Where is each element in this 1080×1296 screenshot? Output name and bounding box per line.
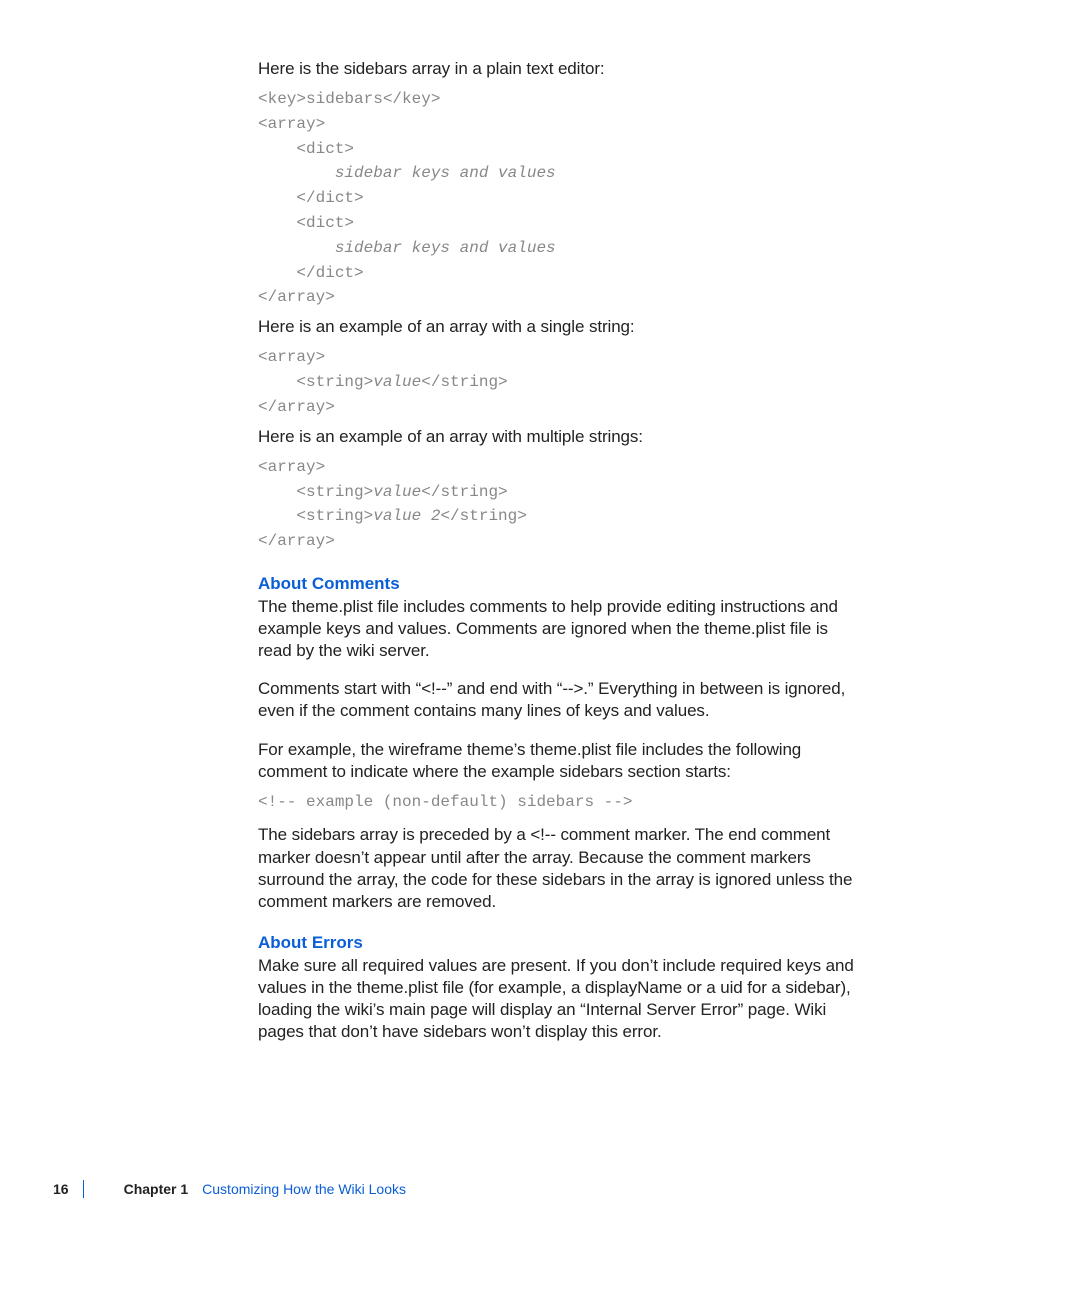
page-footer: 16 Chapter 1 Customizing How the Wiki Lo… — [53, 1180, 406, 1198]
code-line: <string> — [258, 373, 373, 391]
paragraph: The theme.plist file includes comments t… — [258, 596, 858, 662]
code-line-italic: sidebar keys and values — [258, 164, 556, 182]
code-line: <array> — [258, 115, 325, 133]
paragraph: Here is an example of an array with a si… — [258, 316, 858, 338]
code-line: </array> — [258, 532, 335, 550]
code-line-italic: value 2 — [373, 507, 440, 525]
code-line: </string> — [440, 507, 526, 525]
chapter-title: Customizing How the Wiki Looks — [202, 1181, 406, 1197]
code-line: <string> — [258, 483, 373, 501]
code-line: <dict> — [258, 214, 354, 232]
page: Here is the sidebars array in a plain te… — [0, 0, 1080, 1296]
code-line: </string> — [421, 373, 507, 391]
code-block: <!-- example (non-default) sidebars --> — [258, 790, 858, 815]
paragraph: Comments start with “<!--” and end with … — [258, 678, 858, 722]
paragraph: Here is the sidebars array in a plain te… — [258, 58, 858, 80]
code-block: <array> <string>value</string> <string>v… — [258, 455, 858, 554]
code-line: <array> — [258, 348, 325, 366]
code-line: </string> — [421, 483, 507, 501]
heading-about-comments: About Comments — [258, 574, 858, 594]
code-block: <array> <string>value</string> </array> — [258, 345, 858, 419]
code-line: <!-- example (non-default) sidebars --> — [258, 793, 632, 811]
code-block: <key>sidebars</key> <array> <dict> sideb… — [258, 87, 858, 310]
code-line: <key>sidebars</key> — [258, 90, 440, 108]
code-line-italic: value — [373, 373, 421, 391]
code-line: </array> — [258, 398, 335, 416]
paragraph: Here is an example of an array with mult… — [258, 426, 858, 448]
heading-about-errors: About Errors — [258, 933, 858, 953]
chapter-label: Chapter 1 — [124, 1181, 189, 1197]
code-line: </dict> — [258, 189, 364, 207]
paragraph: The sidebars array is preceded by a <!--… — [258, 824, 858, 912]
content-area: Here is the sidebars array in a plain te… — [258, 58, 858, 1050]
code-line: </array> — [258, 288, 335, 306]
code-line-italic: sidebar keys and values — [258, 239, 556, 257]
code-line: </dict> — [258, 264, 364, 282]
code-line-italic: value — [373, 483, 421, 501]
paragraph: Make sure all required values are presen… — [258, 955, 858, 1043]
page-number: 16 — [53, 1181, 69, 1197]
code-line: <dict> — [258, 140, 354, 158]
code-line: <string> — [258, 507, 373, 525]
footer-divider — [83, 1180, 84, 1198]
paragraph: For example, the wireframe theme’s theme… — [258, 739, 858, 783]
code-line: <array> — [258, 458, 325, 476]
